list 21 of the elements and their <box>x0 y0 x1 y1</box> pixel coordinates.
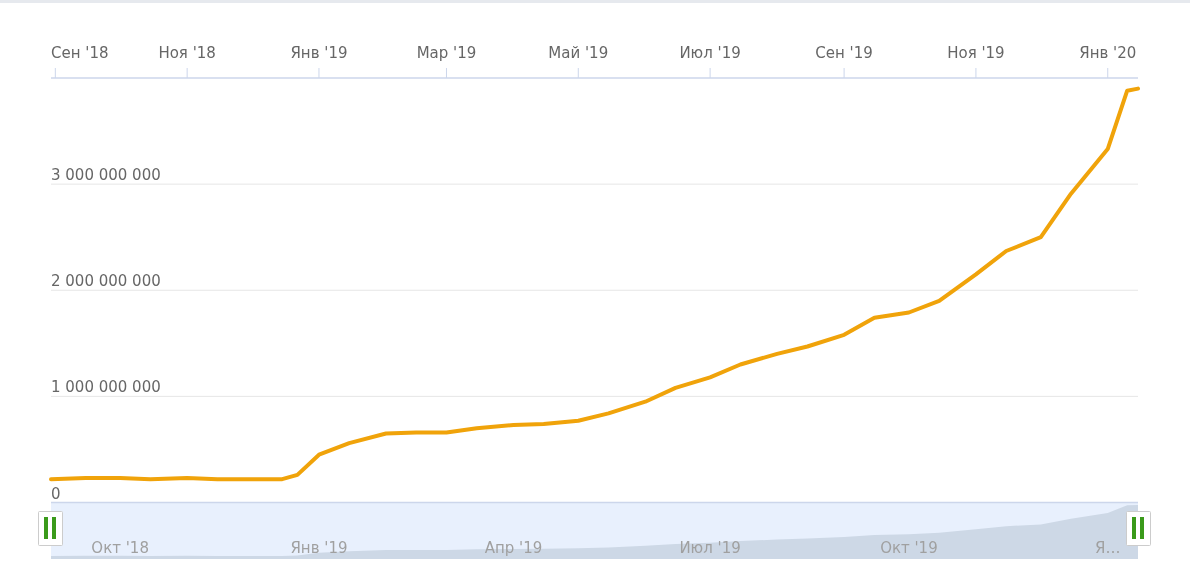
navigator-handle[interactable] <box>1126 511 1151 546</box>
axis-label: Ноя '18 <box>158 44 216 62</box>
axis-label: 1 000 000 000 <box>51 378 161 397</box>
axis-label: 0 <box>51 484 61 503</box>
axis-label: Сен '19 <box>815 44 873 62</box>
navigator-label: Окт '18 <box>91 539 149 557</box>
axis-label: Янв '20 <box>1079 44 1137 62</box>
axis-label: Ноя '19 <box>947 44 1005 62</box>
navigator-label: Июл '19 <box>679 539 741 557</box>
navigator-label: Янв '19 <box>290 539 348 557</box>
axis-label: Янв '19 <box>290 44 348 62</box>
navigator-label: Окт '19 <box>880 539 938 557</box>
axis-label: 2 000 000 000 <box>51 272 161 291</box>
axis-label: Сен '18 <box>51 44 109 62</box>
navigator-label: Апр '19 <box>484 539 543 557</box>
navigator-handle[interactable] <box>38 511 63 546</box>
navigator-label: Я… <box>1095 539 1121 557</box>
axis-label: 3 000 000 000 <box>51 166 161 185</box>
axis-label: Июл '19 <box>679 44 741 62</box>
axis-label: Мар '19 <box>416 44 477 62</box>
axis-label: Май '19 <box>548 44 609 62</box>
